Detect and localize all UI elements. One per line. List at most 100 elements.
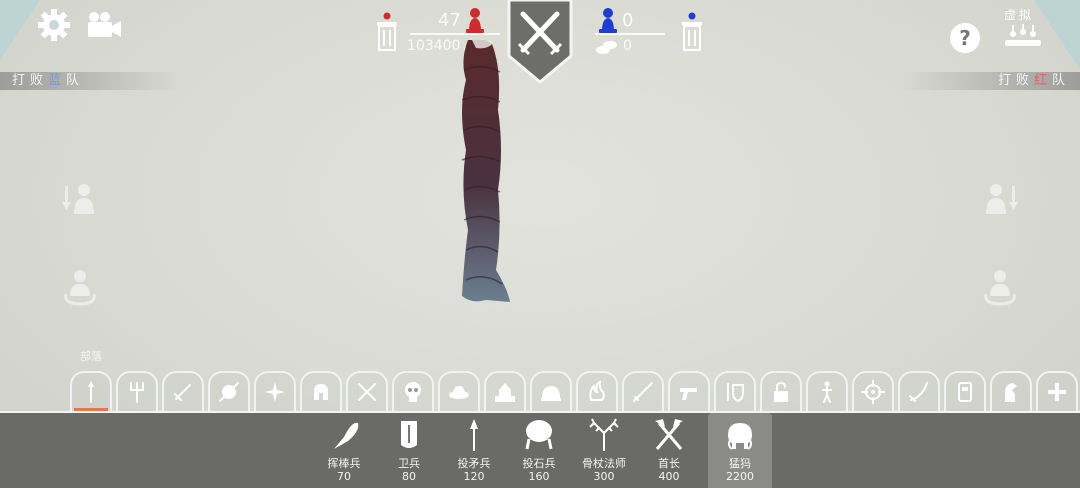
- catapult-icon: [525, 420, 553, 450]
- move-down-icon[interactable]: [62, 182, 98, 214]
- unit-price: 2200: [726, 470, 754, 483]
- faction-tab-rifle[interactable]: [622, 371, 664, 411]
- defeat-blue-label: 打败蓝队: [0, 72, 182, 90]
- faction-tab-spear[interactable]: [70, 371, 112, 413]
- unit-name: 骨杖法师: [582, 457, 626, 470]
- faction-tab-robot[interactable]: [944, 371, 986, 411]
- faction-tab-lock[interactable]: [760, 371, 802, 411]
- faction-tab-helmet[interactable]: [300, 371, 342, 411]
- blue-cost: 0: [623, 38, 632, 54]
- rotate-unit-icon-right[interactable]: [982, 268, 1018, 308]
- lock-icon: [774, 381, 788, 402]
- axes-icon: [655, 419, 683, 450]
- faction-tab-shuriken[interactable]: [254, 371, 296, 411]
- unit-price: 160: [528, 470, 550, 483]
- corner-decoration: [0, 0, 40, 60]
- antler-icon: [589, 418, 619, 451]
- sword-icon: [174, 384, 191, 401]
- faction-tab-flame[interactable]: [576, 371, 618, 411]
- battle-shield-icon[interactable]: [507, 0, 573, 84]
- skull-icon: [405, 382, 421, 402]
- unit-name: 首长: [658, 457, 680, 470]
- move-down-icon-right[interactable]: [982, 182, 1018, 214]
- unit-name: 投石兵: [522, 457, 556, 470]
- team-suffix: 队: [1051, 73, 1070, 88]
- faction-tab-pistol[interactable]: [668, 371, 710, 411]
- faction-tab-crosshair[interactable]: [852, 371, 894, 411]
- unit-card[interactable]: 首长 400: [637, 413, 701, 488]
- trash-blue-icon[interactable]: [680, 12, 704, 52]
- faction-tab-knight[interactable]: [990, 371, 1032, 411]
- faction-tab-crossed-swords[interactable]: [346, 371, 388, 411]
- simulate-icon[interactable]: [1003, 22, 1043, 52]
- defeat-prefix: 打败: [12, 73, 49, 88]
- team-suffix: 队: [66, 73, 85, 88]
- faction-tab-castle[interactable]: [484, 371, 526, 411]
- unit-card[interactable]: 猛犸 2200: [708, 413, 772, 488]
- spear-icon: [470, 419, 478, 451]
- trash-red-icon[interactable]: [375, 12, 399, 52]
- mammoth-icon: [728, 423, 752, 450]
- faction-name: 部落: [80, 350, 102, 363]
- flame-icon: [589, 380, 605, 401]
- blue-coins-icon: [595, 37, 619, 59]
- unit-price: 400: [658, 470, 680, 483]
- unit-price: 120: [463, 470, 485, 483]
- guard-shield-icon: [401, 421, 417, 448]
- defeat-prefix: 打败: [997, 73, 1034, 88]
- pistol-icon: [680, 388, 697, 400]
- blue-divider: [595, 33, 665, 35]
- unit-card[interactable]: 挥棒兵 70: [312, 413, 376, 488]
- pitchfork-icon: [130, 382, 144, 403]
- faction-tab-dome[interactable]: [530, 371, 572, 411]
- crossed-swords-icon: [358, 383, 376, 401]
- unit-stack: [461, 40, 510, 302]
- defeat-red-label: 打败红队: [900, 72, 1080, 90]
- red-unit-count: 47: [438, 10, 461, 31]
- shuriken-icon: [265, 382, 285, 402]
- faction-tab-sword[interactable]: [162, 371, 204, 411]
- figure-icon: [822, 381, 832, 403]
- club-icon: [334, 422, 359, 449]
- unit-card[interactable]: 投石兵 160: [507, 413, 571, 488]
- hat-icon: [449, 386, 469, 399]
- sword-shield-icon: [727, 383, 744, 403]
- rotate-unit-icon[interactable]: [62, 268, 98, 308]
- knight-icon: [1005, 383, 1017, 402]
- unit-card[interactable]: 投矛兵 120: [442, 413, 506, 488]
- unit-name: 猛犸: [729, 457, 751, 470]
- team-word: 蓝: [48, 73, 67, 88]
- simulate-label: 虚拟: [1004, 8, 1035, 22]
- scimitar-icon: [909, 382, 928, 402]
- svg-text:?: ?: [959, 26, 971, 50]
- dome-icon: [541, 386, 561, 401]
- gear-icon[interactable]: [36, 8, 72, 42]
- faction-tab-shield[interactable]: [208, 371, 250, 411]
- unit-name: 卫兵: [398, 457, 420, 470]
- help-icon[interactable]: ?: [949, 22, 981, 54]
- faction-tab-scimitar[interactable]: [898, 371, 940, 411]
- plus-icon: [1048, 383, 1066, 401]
- castle-icon: [495, 383, 515, 402]
- unit-price: 300: [593, 470, 615, 483]
- robot-icon: [958, 382, 972, 402]
- faction-tab-hat[interactable]: [438, 371, 480, 411]
- rifle-icon: [633, 382, 653, 402]
- unit-name: 挥棒兵: [327, 457, 361, 470]
- unit-name: 投矛兵: [457, 457, 491, 470]
- spear-icon: [88, 381, 94, 403]
- faction-tab-pitchfork[interactable]: [116, 371, 158, 411]
- faction-tab-plus[interactable]: [1036, 371, 1078, 411]
- helmet-icon: [314, 384, 328, 400]
- shield-icon: [219, 382, 239, 402]
- camera-icon[interactable]: [86, 10, 122, 40]
- faction-tab-sword-shield[interactable]: [714, 371, 756, 411]
- unit-price: 70: [337, 470, 351, 483]
- unit-price: 80: [402, 470, 416, 483]
- unit-card[interactable]: 卫兵 80: [377, 413, 441, 488]
- faction-tab-figure[interactable]: [806, 371, 848, 411]
- crosshair-icon: [861, 380, 885, 404]
- unit-card[interactable]: 骨杖法师 300: [572, 413, 636, 488]
- blue-unit-count: 0: [622, 10, 634, 31]
- faction-tab-skull[interactable]: [392, 371, 434, 411]
